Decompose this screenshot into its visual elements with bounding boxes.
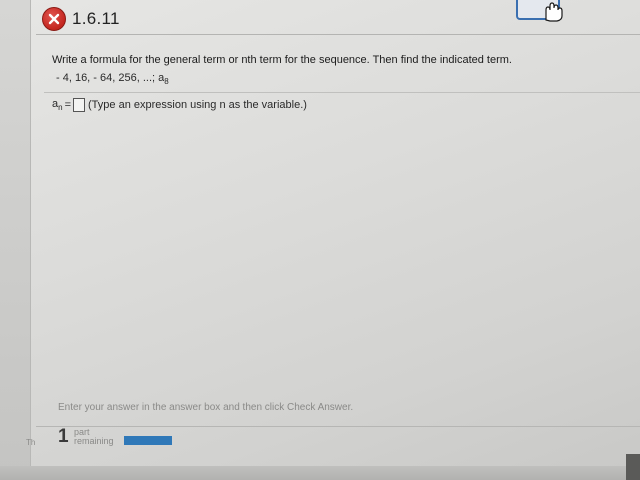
question-number: 1.6.11 <box>72 9 120 28</box>
answer-label: an <box>52 98 63 112</box>
progress-fill <box>124 436 172 445</box>
question-panel: Write a formula for the general term or … <box>44 40 640 410</box>
question-header: 1.6.11 <box>36 0 640 35</box>
hand-cursor-icon <box>545 2 563 22</box>
page: Th 1.6.11 Write a formula for the genera… <box>0 0 640 480</box>
answer-input[interactable] <box>73 98 86 113</box>
corner-shadow <box>626 454 640 480</box>
answer-row: an = (Type an expression using n as the … <box>52 98 307 112</box>
sequence-terms: - 4, 16, - 64, 256, ...; a <box>56 72 165 84</box>
sequence-text: - 4, 16, - 64, 256, ...; a8 <box>56 72 169 86</box>
parts-label-line2: remaining <box>74 436 114 446</box>
divider <box>44 92 640 93</box>
bottom-edge <box>0 466 640 480</box>
x-mark-icon <box>42 7 66 31</box>
target-subscript: 8 <box>164 77 169 87</box>
progress-bar <box>124 436 172 445</box>
footer-divider <box>36 426 640 427</box>
gutter-label: Th <box>26 438 36 447</box>
left-gutter <box>0 0 31 480</box>
parts-remaining-label: part remaining <box>74 428 114 446</box>
parts-remaining-count: 1 <box>58 426 69 447</box>
question-instruction: Write a formula for the general term or … <box>52 54 512 66</box>
answer-label-subscript: n <box>58 103 63 113</box>
equals-sign: = <box>64 99 72 112</box>
answer-hint: (Type an expression using n as the varia… <box>88 99 307 112</box>
footer-instruction: Enter your answer in the answer box and … <box>58 402 354 413</box>
